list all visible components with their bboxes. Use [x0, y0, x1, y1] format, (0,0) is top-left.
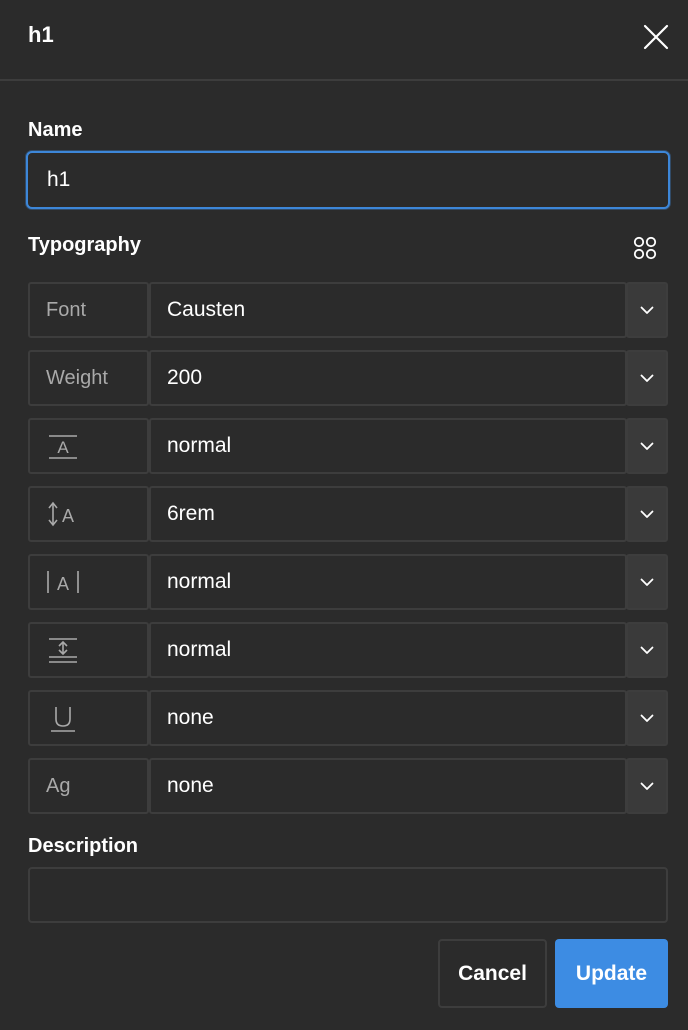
update-button[interactable]: Update: [555, 939, 668, 1008]
text-transform-label: Ag: [28, 758, 149, 814]
chevron-down-icon: [640, 306, 654, 314]
text-decoration-row: none: [28, 690, 668, 746]
text-decoration-icon: [51, 707, 75, 732]
grid-options-icon[interactable]: [632, 235, 658, 261]
line-height-icon: A: [48, 501, 74, 527]
chevron-down-icon: [640, 510, 654, 518]
typography-dialog: h1 Name Typography Font Causten Weight 2…: [0, 0, 688, 1030]
font-size-select[interactable]: normal: [149, 418, 627, 474]
letter-spacing-label: A: [28, 554, 149, 610]
chevron-down-icon: [640, 646, 654, 654]
font-weight-dropdown-button[interactable]: [626, 350, 668, 406]
dialog-header: h1: [0, 0, 688, 81]
name-input[interactable]: [26, 151, 670, 209]
description-label: Description: [28, 835, 139, 857]
text-decoration-label: [28, 690, 149, 746]
font-size-row: A normal: [28, 418, 668, 474]
svg-text:A: A: [62, 506, 74, 526]
font-weight-select[interactable]: 200: [149, 350, 627, 406]
close-button[interactable]: [640, 22, 672, 52]
text-decoration-select[interactable]: none: [149, 690, 627, 746]
font-weight-row: Weight 200: [28, 350, 668, 406]
text-decoration-dropdown-button[interactable]: [626, 690, 668, 746]
line-height-select[interactable]: 6rem: [149, 486, 627, 542]
chevron-down-icon: [640, 714, 654, 722]
letter-spacing-icon: A: [47, 571, 79, 594]
text-transform-dropdown-button[interactable]: [626, 758, 668, 814]
svg-text:A: A: [57, 574, 69, 594]
vertical-spacing-select[interactable]: normal: [149, 622, 627, 678]
chevron-down-icon: [640, 374, 654, 382]
font-family-dropdown-button[interactable]: [626, 282, 668, 338]
line-height-label: A: [28, 486, 149, 542]
vertical-spacing-dropdown-button[interactable]: [626, 622, 668, 678]
font-size-dropdown-button[interactable]: [626, 418, 668, 474]
font-size-icon: A: [49, 435, 77, 459]
vertical-spacing-row: normal: [28, 622, 668, 678]
font-family-row: Font Causten: [28, 282, 668, 338]
letter-spacing-dropdown-button[interactable]: [626, 554, 668, 610]
text-transform-select[interactable]: none: [149, 758, 627, 814]
close-icon: [643, 24, 669, 50]
typography-label: Typography: [28, 234, 141, 256]
letter-spacing-row: A normal: [28, 554, 668, 610]
svg-text:A: A: [57, 438, 69, 457]
chevron-down-icon: [640, 578, 654, 586]
line-height-row: A 6rem: [28, 486, 668, 542]
chevron-down-icon: [640, 442, 654, 450]
dialog-title: h1: [28, 22, 54, 47]
font-size-label: A: [28, 418, 149, 474]
name-label: Name: [28, 119, 83, 141]
chevron-down-icon: [640, 782, 654, 790]
vertical-spacing-label: [28, 622, 149, 678]
line-height-dropdown-button[interactable]: [626, 486, 668, 542]
vertical-spacing-icon: [49, 638, 77, 663]
cancel-button[interactable]: Cancel: [438, 939, 547, 1008]
font-family-select[interactable]: Causten: [149, 282, 627, 338]
font-weight-label: Weight: [28, 350, 149, 406]
font-family-label: Font: [28, 282, 149, 338]
text-transform-row: Ag none: [28, 758, 668, 814]
letter-spacing-select[interactable]: normal: [149, 554, 627, 610]
description-input[interactable]: [28, 867, 668, 923]
